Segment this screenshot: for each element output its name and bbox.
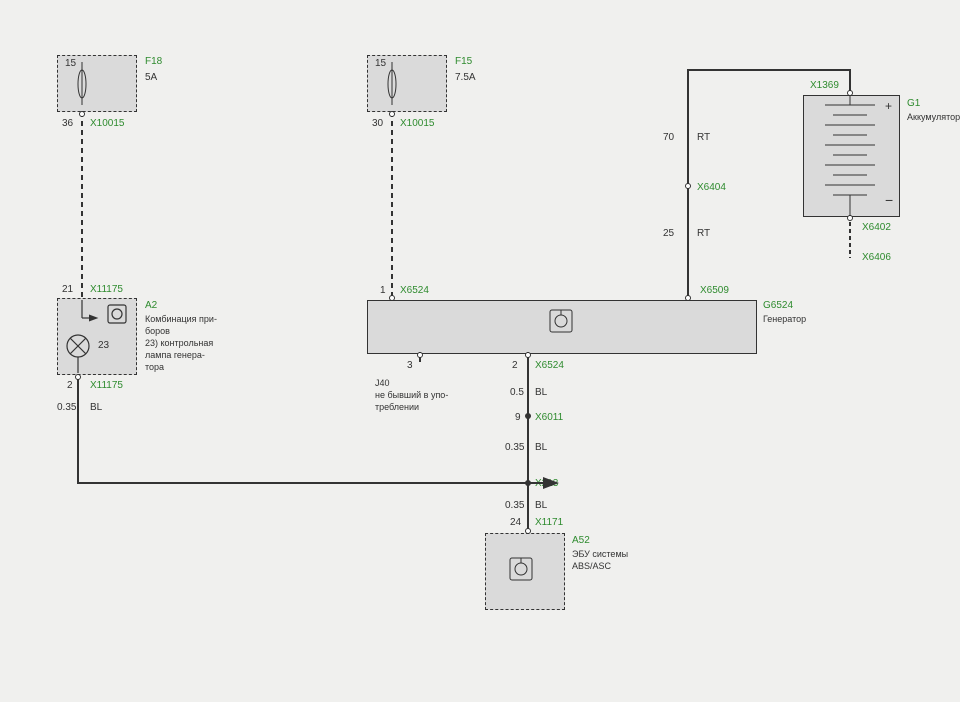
cluster-id: A2: [145, 300, 157, 312]
battery-name: Аккумуляторы: [907, 112, 960, 123]
battery-conn-bottom: X6402: [862, 222, 891, 234]
wire-bl4-g: 0.35: [505, 500, 524, 512]
cluster-name5: тора: [145, 362, 164, 373]
ecu-box: [485, 533, 565, 610]
gen-id: G6524: [763, 300, 793, 312]
x213: X213: [535, 478, 558, 490]
cluster-name3: 23) контрольная: [145, 338, 213, 349]
fuse2-pin: 15: [375, 58, 386, 70]
fuse1-conn: X10015: [90, 118, 124, 130]
cluster-name2: боров: [145, 326, 170, 337]
cluster-box: [57, 298, 137, 375]
fuse1-rating: 5A: [145, 72, 157, 84]
wire-bl2-c: BL: [535, 387, 547, 399]
gen-pin-out-r: 2: [512, 360, 518, 372]
wire-bl3-g: 0.35: [505, 442, 524, 454]
fuse2-conn: X10015: [400, 118, 434, 130]
j40-l1: не бывший в упо-: [375, 390, 448, 401]
x6011-pin: 9: [515, 412, 521, 424]
generator-box: [367, 300, 757, 354]
wire-bl4-c: BL: [535, 500, 547, 512]
wire-rt2-g: 25: [663, 228, 674, 240]
ecu-id: A52: [572, 535, 590, 547]
fuse2-id: F15: [455, 56, 472, 68]
gen-pin-left: 1: [380, 285, 386, 297]
fuse1-pin: 15: [65, 58, 76, 70]
battery-gnd: X6406: [862, 252, 891, 264]
x1171-id: X1171: [535, 517, 563, 529]
battery-box: [803, 95, 900, 217]
wire-rt1-c: RT: [697, 132, 710, 144]
wire-bl2-g: 0.5: [510, 387, 524, 399]
gen-pin-out-l: 3: [407, 360, 413, 372]
wiring-diagram: 15 F18 5A 36 X10015 15 F15 7.5A 30 X1001…: [0, 0, 960, 702]
gen-conn-left: X6524: [400, 285, 429, 297]
ecu-name2: ABS/ASC: [572, 561, 611, 572]
wire-bl1-c: BL: [90, 402, 102, 414]
cluster-conn-in: X11175: [90, 284, 123, 296]
j40-l2: треблении: [375, 402, 419, 413]
wire-rt2-c: RT: [697, 228, 710, 240]
x1171-pin: 24: [510, 517, 521, 529]
fuse1-outpin: 36: [62, 118, 73, 130]
cluster-name4: лампа генера-: [145, 350, 205, 361]
gen-name: Генератор: [763, 314, 806, 325]
fuse1-id: F18: [145, 56, 162, 68]
cluster-conn-out: X11175: [90, 380, 123, 392]
cluster-inner: 23: [98, 340, 109, 352]
gen-conn-out: X6524: [535, 360, 564, 372]
fuse2-outpin: 30: [372, 118, 383, 130]
cluster-name1: Комбинация при-: [145, 314, 217, 325]
cluster-inpin: 21: [62, 284, 73, 296]
wire-bl1-g: 0.35: [57, 402, 76, 414]
ecu-name1: ЭБУ системы: [572, 549, 628, 560]
j40-id: J40: [375, 378, 390, 389]
x6404: X6404: [697, 182, 726, 194]
x6011-id: X6011: [535, 412, 563, 424]
wire-bl3-c: BL: [535, 442, 547, 454]
wire-rt1-g: 70: [663, 132, 674, 144]
fuse2-rating: 7.5A: [455, 72, 476, 84]
battery-id: G1: [907, 98, 920, 110]
battery-conn-top: X1369: [810, 80, 839, 92]
gen-conn-right: X6509: [700, 285, 729, 297]
cluster-outpin: 2: [67, 380, 73, 392]
